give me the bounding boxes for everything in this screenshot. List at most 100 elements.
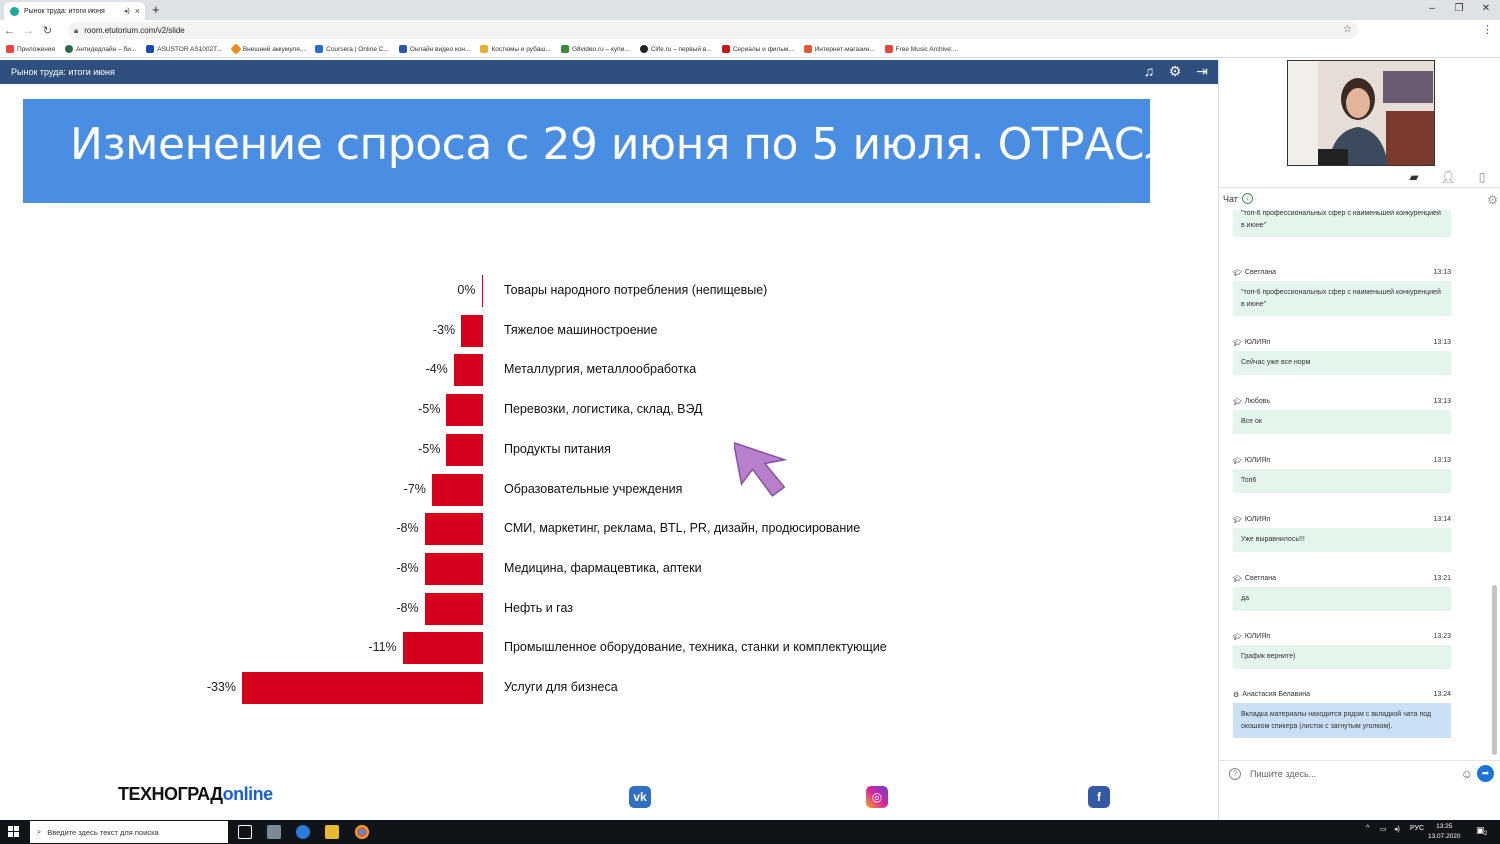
bookmark[interactable]: Онлайн видео кон... [398,45,470,53]
chart-bar [461,314,483,347]
tray-arrow-icon[interactable]: ^ [1366,825,1369,832]
message-author: ЮЛИЯп [1244,516,1271,523]
browser-tab[interactable]: Рынок труда: итоги июня ◂) × [4,2,145,20]
category-label: Промышленное оборудование, техника, стан… [504,640,887,655]
system-clock[interactable]: 13:25 13.07.2020 [1428,822,1461,842]
url-text: room.etutorium.com/v2/slide [84,26,185,35]
clock-date: 13.07.2020 [1428,833,1461,840]
restore-icon[interactable]: ❐ [1451,1,1467,17]
bookmark-apps[interactable]: Приложения [6,45,55,53]
new-tab-button[interactable]: + [152,2,160,18]
back-icon[interactable]: ← [0,25,19,37]
edge-icon[interactable] [296,825,310,839]
message-text: Все ок [1233,410,1451,434]
message-author: Светлана [1244,269,1277,276]
category-label: Нефть и газ [504,600,573,615]
bar-value-label: -5% [418,441,441,456]
chat-settings-icon[interactable]: ⚙ [1487,193,1498,207]
chat-message: ⚙ Анастасия Белавина 13:24 Вкладка материал… [1233,689,1451,738]
message-time: 13:24 [1433,691,1451,698]
student-cap-icon: 🎓︎ [1233,457,1242,465]
taskbar-search[interactable]: ⌕ Введите здесь текст для поиска [30,821,228,843]
chart-bar [424,592,483,625]
bookmark[interactable]: Интернет-магазин... [803,45,875,53]
category-label: Перевозки, логистика, склад, ВЭД [504,402,703,417]
message-text: Уже выравнилось!!! [1233,528,1451,552]
language-indicator[interactable]: РУС [1410,825,1424,832]
windows-start-icon[interactable] [8,826,20,838]
message-text: График верните) [1233,645,1451,669]
message-time: 13:13 [1433,457,1451,464]
chat-input-bar: ? Пишите здесь... ☺ ➦ [1219,760,1500,786]
tab-participants-icon[interactable]: 👤︎ [1431,166,1465,188]
reload-icon[interactable]: ↻ [38,24,57,37]
send-button[interactable]: ➦ [1477,765,1494,782]
bookmark[interactable]: Сериалы и фильм... [721,45,794,53]
bar-value-label: -7% [403,481,426,496]
category-label: Тяжелое машиностроение [504,322,658,337]
speaker-icon[interactable]: ◂) [124,7,130,15]
bookmark[interactable]: Clife.ru – первый в... [639,45,712,53]
address-bar[interactable]: 🔒︎ room.etutorium.com/v2/slide ☆ [68,22,1358,39]
student-cap-icon: 🎓︎ [1233,398,1242,406]
message-author: Светлана [1244,575,1277,582]
network-icon[interactable]: ▭ [1380,825,1387,833]
file-explorer-icon[interactable] [267,825,281,839]
student-cap-icon: 🎓︎ [1233,269,1242,277]
technograd-logo: ТЕХНОГРАДonline [118,784,273,804]
exit-icon[interactable]: ⇥ [1193,63,1211,80]
bookmark-star-icon[interactable]: ☆ [1343,24,1352,35]
bar-value-label: -5% [418,402,441,417]
emoji-icon[interactable]: ☺ [1461,767,1473,781]
message-text: "топ-6 профессиональных сфер с наименьше… [1233,210,1451,237]
bookmark[interactable]: G8video.ru – купи... [560,45,630,53]
bookmark[interactable]: ASUSTOR AS1002T... [146,45,222,53]
student-cap-icon: 🎓︎ [1233,633,1242,641]
chrome-icon[interactable] [355,825,369,839]
site-icon [398,45,407,53]
bar-value-label: -4% [425,362,448,377]
chat-message: 🎓︎ ЮЛИЯп 13:13 Топ6 [1233,455,1451,493]
chat-message: 🎓︎ ЮЛИЯп 13:13 Сейчас уже все норм [1233,337,1451,375]
chat-scrollbar[interactable] [1492,585,1497,755]
instagram-icon[interactable]: ◎ [866,786,888,808]
forward-icon[interactable]: → [19,25,38,37]
folder-icon[interactable] [325,825,339,839]
notification-count: 2 [1484,831,1488,837]
vk-icon[interactable]: vk [629,786,651,808]
bookmark[interactable]: Антидедлайн – би... [65,45,136,53]
message-author: Любовь [1244,398,1271,405]
download-chat-icon[interactable]: ↓ [1241,193,1253,204]
tab-materials-icon[interactable]: ▯ [1465,166,1499,188]
task-view-icon[interactable] [238,825,252,839]
message-text: да [1233,587,1451,611]
menu-dots-icon[interactable]: ⋮ [1478,23,1497,36]
search-icon: ⌕ [37,827,42,836]
bookmark[interactable]: Костюмы и рубаш... [480,45,551,53]
chat-input[interactable]: Пишите здесь... [1250,769,1316,779]
lock-icon: 🔒︎ [74,25,79,35]
bookmark[interactable]: Coursera | Online C... [315,45,389,53]
tab-chat-icon[interactable]: ▰ [1397,166,1431,188]
site-icon [884,45,893,53]
message-header: 🎓︎ Любовь 13:13 [1233,396,1451,407]
chart-bar [453,354,483,387]
bar-value-label: 0% [457,283,476,297]
bookmark[interactable]: Free Music Archive:... [884,45,958,53]
volume-icon[interactable]: ◂) [1394,825,1400,833]
minimize-icon[interactable]: – [1424,1,1440,17]
category-label: Медицина, фармацевтика, аптеки [504,560,702,575]
close-window-icon[interactable]: ✕ [1478,1,1494,17]
app-header: Рынок труда: итоги июня ♫ ⚙ ⇥ [0,60,1218,84]
help-icon[interactable]: ? [1229,767,1241,780]
speaker-webcam-image [1288,61,1434,165]
bookmark[interactable]: Внешний аккумуля... [230,43,305,55]
bar-value-label: -3% [432,322,456,337]
settings-gear-icon[interactable]: ⚙ [1166,63,1184,80]
facebook-icon[interactable]: f [1088,786,1110,808]
industry-demand-bar-chart: 0% Товары народного потребления (непищевы… [0,84,1218,820]
site-icon [230,43,242,55]
close-tab-icon[interactable]: × [135,6,140,16]
site-icon [560,45,569,53]
music-icon[interactable]: ♫ [1140,63,1158,79]
